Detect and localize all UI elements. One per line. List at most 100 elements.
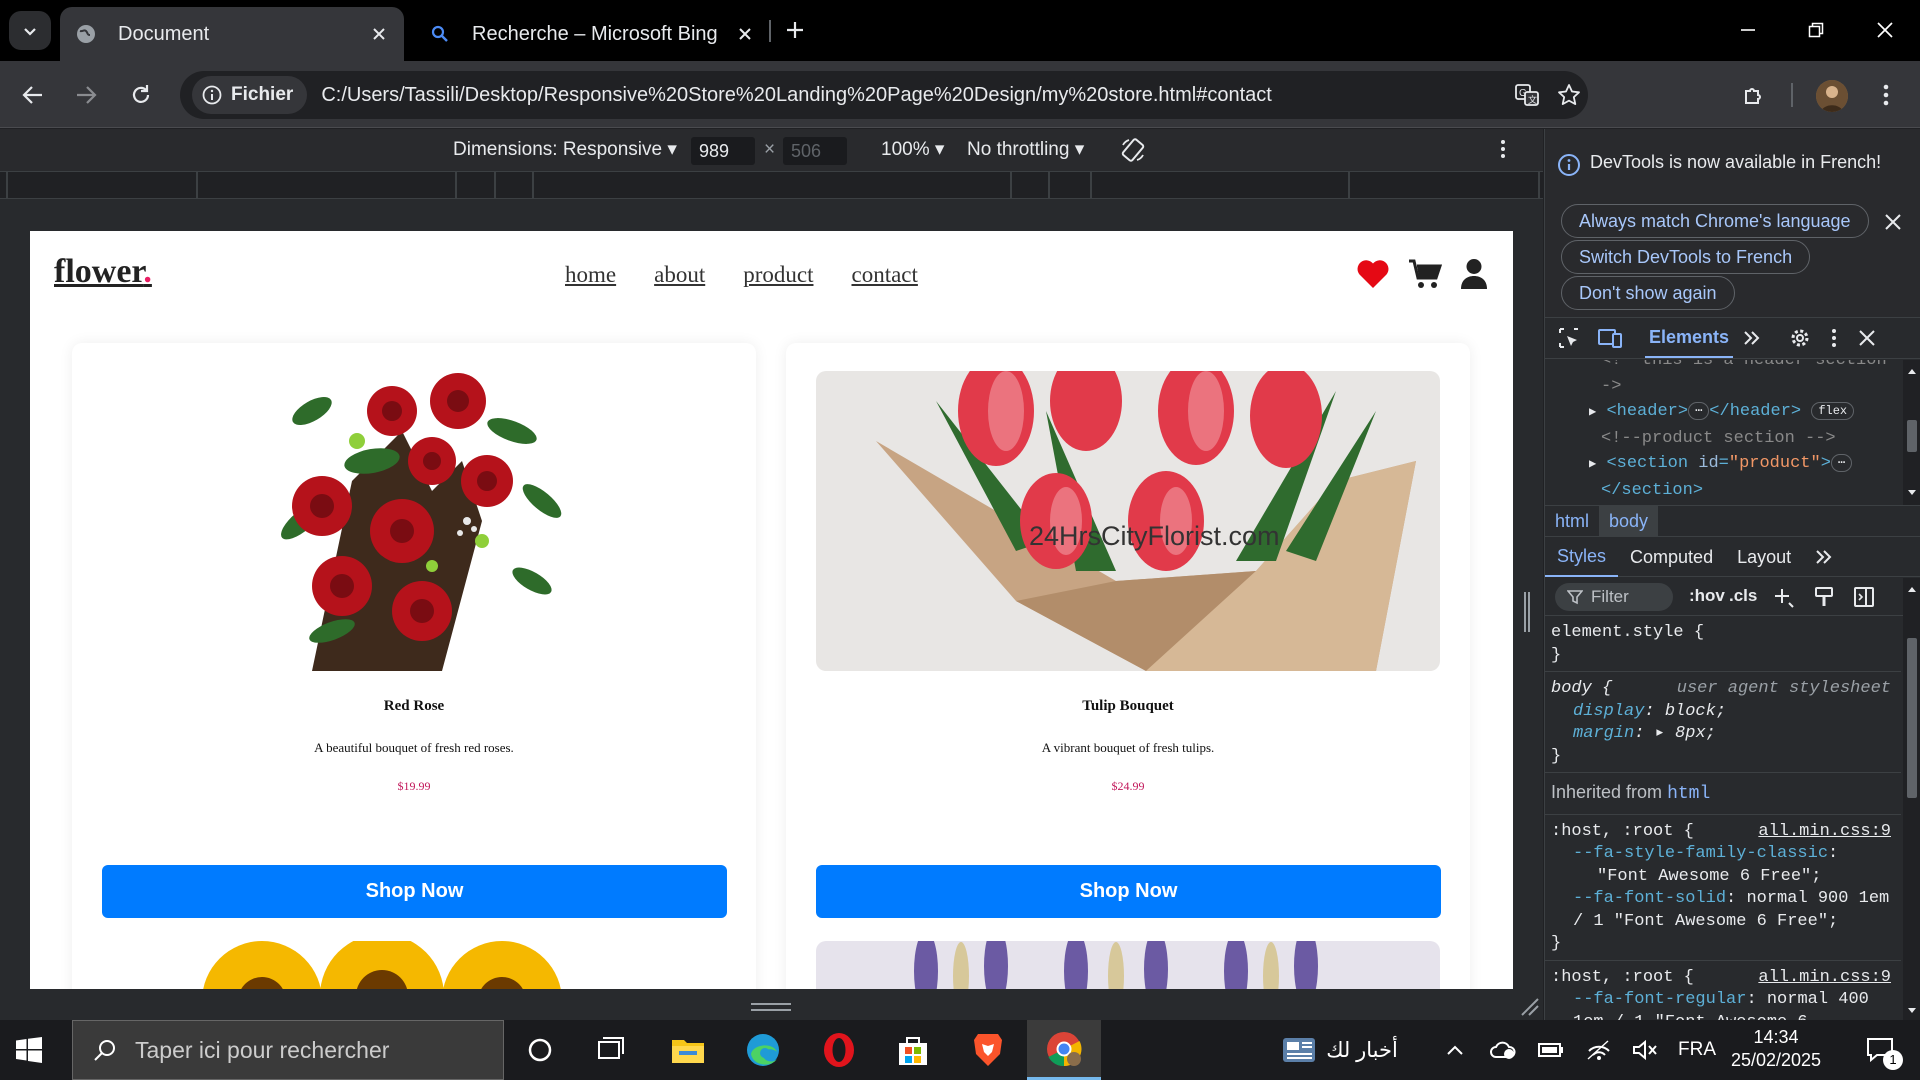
more-vertical-icon[interactable]	[1831, 328, 1837, 348]
tab-layout[interactable]: Layout	[1725, 538, 1803, 576]
rule-body-ua[interactable]: user agent stylesheet body { display: blo…	[1545, 672, 1901, 773]
task-view-icon[interactable]	[574, 1020, 648, 1080]
nav-product[interactable]: product	[743, 262, 813, 288]
language-indicator[interactable]: FRA	[1675, 1020, 1719, 1080]
bookmark-star-icon[interactable]	[1552, 78, 1586, 112]
always-match-language-button[interactable]: Always match Chrome's language	[1561, 204, 1869, 238]
opera-icon[interactable]	[802, 1020, 876, 1080]
throttling-dropdown[interactable]: No throttling ▾	[967, 138, 1084, 161]
rotate-icon[interactable]	[1120, 137, 1146, 163]
media-query-marker[interactable]	[1090, 172, 1092, 198]
cloud-sync-icon[interactable]	[1486, 1020, 1520, 1080]
devtools-resize-handle[interactable]	[1524, 592, 1530, 632]
edge-icon[interactable]	[726, 1020, 800, 1080]
media-query-marker[interactable]	[6, 172, 8, 198]
dom-node-section[interactable]: ▶ <section id="product"> ⋯	[1545, 451, 1920, 478]
media-query-marker[interactable]	[1010, 172, 1012, 198]
site-logo[interactable]: flower.	[54, 253, 152, 291]
breadcrumb-body[interactable]: body	[1599, 506, 1659, 536]
site-info-chip[interactable]: Fichier	[192, 76, 308, 114]
forward-button[interactable]	[66, 75, 106, 115]
dimensions-dropdown[interactable]: Dimensions: Responsive ▾	[453, 138, 677, 161]
chevron-up-icon[interactable]	[1440, 1020, 1470, 1080]
shop-now-button[interactable]: Shop Now	[102, 865, 727, 918]
nav-contact[interactable]: contact	[851, 262, 917, 288]
more-tabs-icon[interactable]	[1743, 330, 1761, 346]
close-window-button[interactable]	[1868, 13, 1902, 47]
dom-node[interactable]: ->	[1545, 374, 1920, 400]
dom-node[interactable]: <!--product section -->	[1545, 426, 1920, 452]
wifi-icon[interactable]	[1582, 1020, 1616, 1080]
rule-source[interactable]: all.min.css:9	[1758, 967, 1891, 990]
volume-muted-icon[interactable]	[1628, 1020, 1662, 1080]
cls-toggle[interactable]: .cls	[1729, 586, 1757, 606]
media-query-marker[interactable]	[1048, 172, 1050, 198]
news-widget[interactable]: أخبار لك	[1280, 1020, 1400, 1080]
rule-host-root[interactable]: all.min.css:9:host, :root { --fa-style-f…	[1545, 815, 1901, 961]
address-bar[interactable]: Fichier C:/Users/Tassili/Desktop/Respons…	[180, 71, 1588, 119]
tab-bing[interactable]: Recherche – Microsoft Bing	[414, 7, 770, 61]
back-button[interactable]	[13, 75, 53, 115]
media-query-marker[interactable]	[196, 172, 198, 198]
tab-document[interactable]: Document	[60, 7, 404, 61]
dom-node-header[interactable]: ▶ <header> ⋯ </header> flex	[1545, 399, 1920, 426]
more-tabs-icon[interactable]	[1803, 549, 1845, 565]
dom-scrollbar[interactable]	[1903, 360, 1920, 505]
user-icon[interactable]	[1460, 258, 1488, 290]
windows-start-icon[interactable]	[16, 1037, 42, 1063]
cortana-icon[interactable]	[503, 1020, 577, 1080]
device-toggle-icon[interactable]	[1597, 326, 1623, 350]
close-icon[interactable]	[1859, 330, 1875, 346]
media-query-marker[interactable]	[1348, 172, 1350, 198]
rule-element-style[interactable]: element.style { }	[1545, 616, 1901, 672]
switch-to-french-button[interactable]: Switch DevTools to French	[1561, 240, 1811, 274]
rule-host-root[interactable]: all.min.css:9:host, :root { --fa-font-re…	[1545, 961, 1901, 1021]
cart-icon[interactable]	[1408, 258, 1442, 290]
rule-source[interactable]: all.min.css:9	[1758, 821, 1891, 844]
width-input[interactable]: 989	[691, 137, 755, 165]
zoom-dropdown[interactable]: 100% ▾	[881, 138, 944, 161]
dom-node[interactable]: <!--this is a header section-->	[1545, 360, 1920, 374]
tab-styles[interactable]: Styles	[1545, 537, 1619, 577]
shop-now-button[interactable]: Shop Now	[816, 865, 1441, 918]
file-explorer-icon[interactable]	[651, 1020, 725, 1080]
new-tab-button[interactable]	[780, 14, 810, 46]
height-input[interactable]: 506	[783, 137, 847, 165]
inherited-link[interactable]: html	[1667, 784, 1710, 804]
notifications-icon[interactable]: 1	[1855, 1020, 1905, 1080]
styles-scrollbar[interactable]	[1903, 578, 1920, 1020]
chrome-icon[interactable]	[1027, 1020, 1101, 1080]
dont-show-again-button[interactable]: Don't show again	[1561, 276, 1735, 310]
microsoft-store-icon[interactable]	[876, 1020, 950, 1080]
hov-toggle[interactable]: :hov	[1689, 586, 1725, 606]
url-text[interactable]: C:/Users/Tassili/Desktop/Responsive%20St…	[321, 84, 1272, 107]
close-tab-icon[interactable]	[734, 23, 756, 45]
flex-badge[interactable]: flex	[1811, 401, 1855, 420]
inspect-element-icon[interactable]	[1557, 326, 1581, 350]
dom-node[interactable]: </section>	[1545, 478, 1920, 504]
brave-icon[interactable]	[951, 1020, 1025, 1080]
gear-icon[interactable]	[1789, 327, 1811, 349]
minimize-button[interactable]	[1731, 13, 1765, 47]
browser-menu-button[interactable]	[1866, 75, 1906, 115]
nav-about[interactable]: about	[654, 262, 705, 288]
filter-input[interactable]: Filter	[1555, 583, 1673, 611]
corner-resize-handle[interactable]	[1520, 997, 1540, 1017]
close-icon[interactable]	[1885, 214, 1901, 230]
restore-button[interactable]	[1799, 13, 1833, 47]
breadcrumb-html[interactable]: html	[1545, 506, 1599, 536]
translate-icon[interactable]: G文	[1510, 78, 1544, 112]
extensions-button[interactable]	[1734, 75, 1774, 115]
tab-computed[interactable]: Computed	[1618, 538, 1725, 576]
nav-home[interactable]: home	[565, 262, 616, 288]
tab-search-button[interactable]	[9, 11, 51, 50]
taskbar-search[interactable]: Taper ici pour rechercher	[72, 1020, 504, 1080]
reload-button[interactable]	[121, 75, 161, 115]
media-query-marker[interactable]	[455, 172, 457, 198]
profile-avatar[interactable]	[1816, 80, 1848, 112]
close-tab-icon[interactable]	[368, 23, 390, 45]
media-query-marker[interactable]	[532, 172, 534, 198]
battery-icon[interactable]	[1534, 1020, 1568, 1080]
media-query-marker[interactable]	[494, 172, 496, 198]
media-query-marker[interactable]	[1538, 172, 1540, 198]
